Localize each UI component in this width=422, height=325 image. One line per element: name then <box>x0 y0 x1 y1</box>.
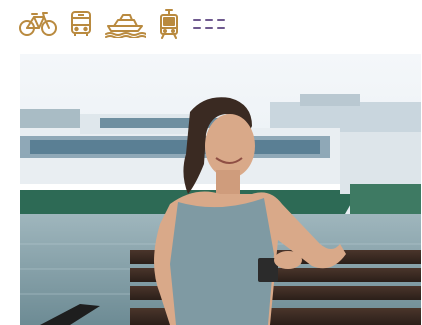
bus-icon[interactable] <box>70 9 92 39</box>
transport-mode-bar <box>18 9 242 39</box>
hero-photo <box>20 54 421 325</box>
ferry-icon[interactable] <box>104 9 146 39</box>
bicycle-icon[interactable] <box>18 9 58 39</box>
tram-icon[interactable] <box>158 9 180 39</box>
more-dashes-icon[interactable] <box>192 9 230 39</box>
